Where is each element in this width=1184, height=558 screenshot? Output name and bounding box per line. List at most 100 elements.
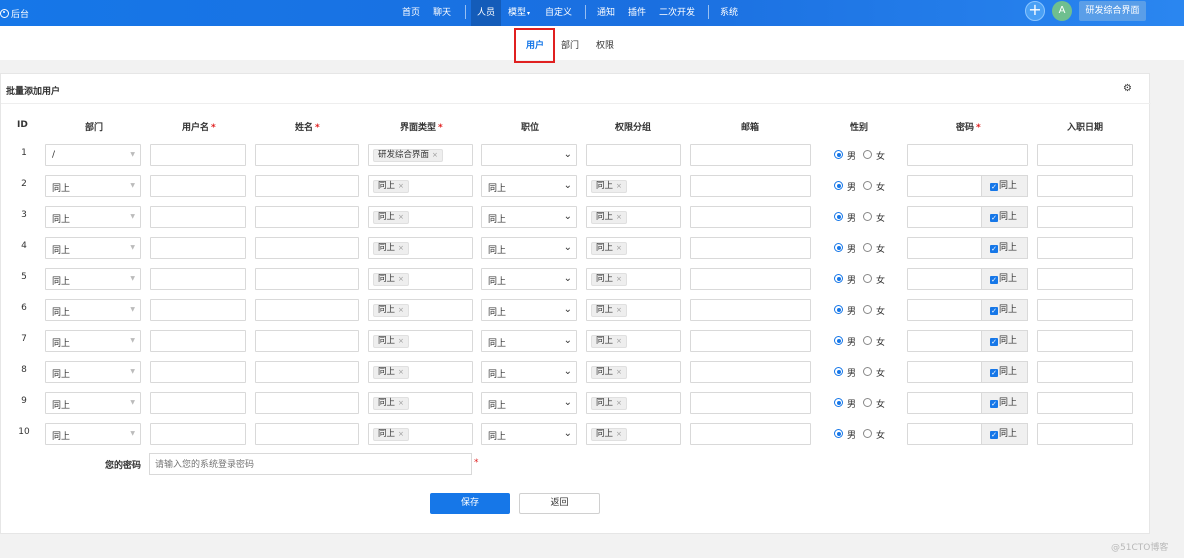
close-icon[interactable]: × — [616, 399, 622, 407]
permission-group-select[interactable]: 同上 × — [586, 392, 681, 414]
gender-male-radio[interactable] — [834, 274, 843, 283]
gender-male-radio[interactable] — [834, 429, 843, 438]
gender-male-radio[interactable] — [834, 367, 843, 376]
nav-item-chat[interactable]: 聊天 — [433, 0, 451, 26]
gear-icon[interactable]: ⚙ — [1123, 83, 1132, 94]
gender-male-radio[interactable] — [834, 398, 843, 407]
join-date-input[interactable] — [1037, 175, 1133, 197]
join-date-input[interactable] — [1037, 299, 1133, 321]
same-as-above-toggle[interactable]: ✓ 同上 — [981, 237, 1028, 259]
email-input[interactable] — [690, 392, 811, 414]
profile-button[interactable]: 研发综合界面 — [1079, 1, 1146, 21]
same-as-above-toggle[interactable]: ✓ 同上 — [981, 361, 1028, 383]
avatar[interactable]: A — [1052, 1, 1072, 21]
password-input[interactable] — [907, 206, 982, 228]
ui-type-select[interactable]: 同上 × — [368, 392, 473, 414]
close-icon[interactable]: × — [398, 244, 404, 252]
username-input[interactable] — [150, 392, 246, 414]
gender-female-radio[interactable] — [863, 181, 872, 190]
position-select[interactable]: 同上 ⌄ — [481, 361, 577, 383]
join-date-input[interactable] — [1037, 330, 1133, 352]
email-input[interactable] — [690, 144, 811, 166]
position-select[interactable]: 同上 ⌄ — [481, 330, 577, 352]
password-input[interactable] — [907, 237, 982, 259]
nav-item-notify[interactable]: 通知 — [597, 0, 615, 26]
password-input[interactable] — [907, 361, 982, 383]
nav-item-custom[interactable]: 自定义 — [545, 0, 572, 26]
ui-type-select[interactable]: 研发综合界面 × — [368, 144, 473, 166]
close-icon[interactable]: × — [398, 430, 404, 438]
gender-male-radio[interactable] — [834, 305, 843, 314]
dept-select[interactable]: 同上 ▼ — [45, 237, 141, 259]
name-input[interactable] — [255, 330, 359, 352]
username-input[interactable] — [150, 299, 246, 321]
name-input[interactable] — [255, 299, 359, 321]
name-input[interactable] — [255, 175, 359, 197]
join-date-input[interactable] — [1037, 206, 1133, 228]
close-icon[interactable]: × — [398, 337, 404, 345]
password-input[interactable] — [907, 175, 982, 197]
dept-select[interactable]: 同上 ▼ — [45, 330, 141, 352]
dept-select[interactable]: / ▼ — [45, 144, 141, 166]
close-icon[interactable]: × — [616, 368, 622, 376]
close-icon[interactable]: × — [616, 244, 622, 252]
password-input[interactable] — [907, 330, 982, 352]
username-input[interactable] — [150, 144, 246, 166]
join-date-input[interactable] — [1037, 268, 1133, 290]
name-input[interactable] — [255, 392, 359, 414]
join-date-input[interactable] — [1037, 237, 1133, 259]
gender-male-radio[interactable] — [834, 243, 843, 252]
close-icon[interactable]: × — [398, 213, 404, 221]
permission-group-select[interactable]: 同上 × — [586, 206, 681, 228]
position-select[interactable]: 同上 ⌄ — [481, 299, 577, 321]
password-input[interactable] — [907, 144, 1028, 166]
gender-female-radio[interactable] — [863, 429, 872, 438]
same-as-above-toggle[interactable]: ✓ 同上 — [981, 206, 1028, 228]
nav-item-home[interactable]: 首页 — [402, 0, 420, 26]
name-input[interactable] — [255, 361, 359, 383]
checkbox-checked-icon[interactable]: ✓ — [990, 307, 998, 315]
dept-select[interactable]: 同上 ▼ — [45, 392, 141, 414]
same-as-above-toggle[interactable]: ✓ 同上 — [981, 423, 1028, 445]
gender-female-radio[interactable] — [863, 150, 872, 159]
position-select[interactable]: ⌄ — [481, 144, 577, 166]
position-select[interactable]: 同上 ⌄ — [481, 423, 577, 445]
ui-type-select[interactable]: 同上 × — [368, 268, 473, 290]
gender-female-radio[interactable] — [863, 305, 872, 314]
checkbox-checked-icon[interactable]: ✓ — [990, 369, 998, 377]
dept-select[interactable]: 同上 ▼ — [45, 361, 141, 383]
email-input[interactable] — [690, 175, 811, 197]
position-select[interactable]: 同上 ⌄ — [481, 206, 577, 228]
email-input[interactable] — [690, 330, 811, 352]
gender-female-radio[interactable] — [863, 336, 872, 345]
username-input[interactable] — [150, 330, 246, 352]
join-date-input[interactable] — [1037, 392, 1133, 414]
username-input[interactable] — [150, 268, 246, 290]
same-as-above-toggle[interactable]: ✓ 同上 — [981, 330, 1028, 352]
gender-female-radio[interactable] — [863, 243, 872, 252]
email-input[interactable] — [690, 361, 811, 383]
password-input[interactable] — [907, 268, 982, 290]
same-as-above-toggle[interactable]: ✓ 同上 — [981, 392, 1028, 414]
name-input[interactable] — [255, 206, 359, 228]
position-select[interactable]: 同上 ⌄ — [481, 237, 577, 259]
permission-group-select[interactable]: 同上 × — [586, 237, 681, 259]
same-as-above-toggle[interactable]: ✓ 同上 — [981, 175, 1028, 197]
name-input[interactable] — [255, 144, 359, 166]
join-date-input[interactable] — [1037, 361, 1133, 383]
dept-select[interactable]: 同上 ▼ — [45, 423, 141, 445]
gender-male-radio[interactable] — [834, 150, 843, 159]
permission-group-select[interactable]: 同上 × — [586, 175, 681, 197]
permission-group-select[interactable]: 同上 × — [586, 423, 681, 445]
ui-type-select[interactable]: 同上 × — [368, 361, 473, 383]
ui-type-select[interactable]: 同上 × — [368, 423, 473, 445]
same-as-above-toggle[interactable]: ✓ 同上 — [981, 268, 1028, 290]
checkbox-checked-icon[interactable]: ✓ — [990, 183, 998, 191]
close-icon[interactable]: × — [616, 430, 622, 438]
email-input[interactable] — [690, 268, 811, 290]
ui-type-select[interactable]: 同上 × — [368, 237, 473, 259]
password-input[interactable] — [907, 299, 982, 321]
close-icon[interactable]: × — [398, 275, 404, 283]
permission-group-select[interactable]: 同上 × — [586, 330, 681, 352]
close-icon[interactable]: × — [616, 306, 622, 314]
